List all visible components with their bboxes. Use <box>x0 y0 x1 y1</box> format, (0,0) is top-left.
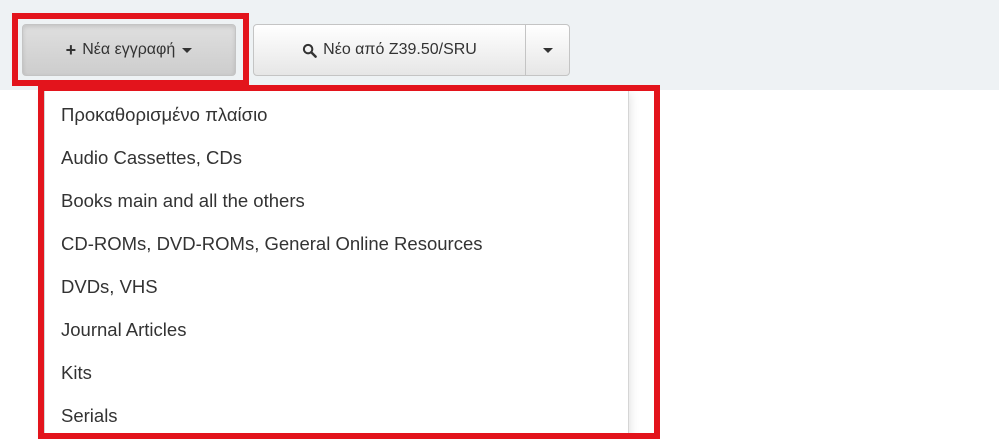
caret-down-icon <box>542 47 553 53</box>
search-icon <box>302 43 317 58</box>
menu-item-kits[interactable]: Kits <box>45 351 628 394</box>
menu-item-serials[interactable]: Serials <box>45 394 628 437</box>
plus-icon: + <box>65 39 77 60</box>
menu-item-audio-cassettes-cds[interactable]: Audio Cassettes, CDs <box>45 136 628 179</box>
new-record-button[interactable]: + Νέα εγγραφή <box>22 24 236 76</box>
caret-down-icon <box>182 47 193 53</box>
menu-item-journal-articles[interactable]: Journal Articles <box>45 308 628 351</box>
new-from-z3950-label: Νέο από Z39.50/SRU <box>323 41 477 58</box>
menu-item-default-framework[interactable]: Προκαθορισμένο πλαίσιο <box>45 93 628 136</box>
new-record-framework-menu: Προκαθορισμένο πλαίσιο Audio Cassettes, … <box>44 90 629 436</box>
new-from-z3950-button[interactable]: Νέο από Z39.50/SRU <box>253 24 526 76</box>
menu-item-cd-roms[interactable]: CD-ROMs, DVD-ROMs, General Online Resour… <box>45 222 628 265</box>
z3950-options-toggle[interactable] <box>525 24 570 76</box>
new-record-label: Νέα εγγραφή <box>82 41 176 58</box>
menu-item-books[interactable]: Books main and all the others <box>45 179 628 222</box>
menu-item-dvds-vhs[interactable]: DVDs, VHS <box>45 265 628 308</box>
